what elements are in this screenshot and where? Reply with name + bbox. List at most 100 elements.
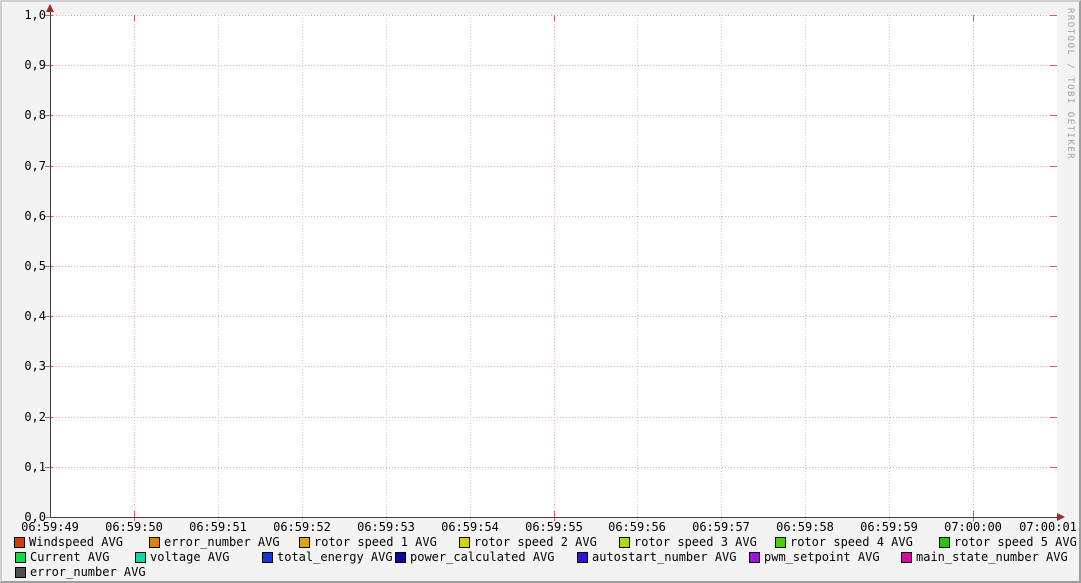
legend-swatch — [459, 537, 470, 548]
legend-swatch — [262, 552, 273, 563]
legend-label: rotor speed 1 AVG — [314, 536, 437, 548]
legend-item: error_number AVG — [149, 536, 280, 548]
grid-end-tick-right — [1050, 366, 1057, 367]
legend-swatch — [749, 552, 760, 563]
x-tick-label: 06:59:57 — [692, 521, 750, 533]
legend-item: pwm_setpoint AVG — [749, 551, 880, 563]
x-tick-label: 06:59:53 — [357, 521, 415, 533]
grid-end-tick-left — [45, 417, 53, 418]
y-tick-label: 0,7 — [16, 160, 46, 172]
legend-label: error_number AVG — [30, 566, 146, 578]
grid-end-tick-right — [1050, 316, 1057, 317]
gridline-v-major — [134, 15, 135, 517]
y-tick-label: 0,5 — [16, 260, 46, 272]
x-axis-arrow-icon — [1057, 513, 1065, 521]
gridline-v-minor — [889, 15, 890, 517]
legend-label: rotor speed 3 AVG — [634, 536, 757, 548]
legend-item: power_calculated AVG — [395, 551, 555, 563]
legend-swatch — [901, 552, 912, 563]
legend-item: rotor speed 2 AVG — [459, 536, 597, 548]
legend-item: rotor speed 5 AVG — [939, 536, 1077, 548]
grid-end-tick-left — [45, 166, 53, 167]
legend-swatch — [15, 567, 26, 578]
legend-swatch — [15, 552, 26, 563]
legend-label: voltage AVG — [150, 551, 229, 563]
legend-label: power_calculated AVG — [410, 551, 555, 563]
grid-end-tick-left — [45, 65, 53, 66]
legend-label: rotor speed 4 AVG — [790, 536, 913, 548]
y-tick-label: 0,6 — [16, 210, 46, 222]
grid-end-tick-left — [45, 266, 53, 267]
grid-end-tick-right — [1050, 266, 1057, 267]
grid-end-tick-left — [45, 316, 53, 317]
grid-end-tick-top — [554, 15, 555, 21]
legend-item: autostart_number AVG — [577, 551, 737, 563]
legend-swatch — [775, 537, 786, 548]
x-tick-label: 06:59:55 — [525, 521, 583, 533]
y-tick-label: 0,8 — [16, 109, 46, 121]
grid-end-tick-right — [1050, 417, 1057, 418]
grid-end-tick-top — [973, 15, 974, 21]
legend-label: total_energy AVG — [277, 551, 393, 563]
x-axis-line — [50, 517, 1059, 518]
x-tick-label: 06:59:59 — [860, 521, 918, 533]
legend-item: main_state_number AVG — [901, 551, 1068, 563]
x-tick-label: 06:59:51 — [189, 521, 247, 533]
legend-item: total_energy AVG — [262, 551, 393, 563]
grid-end-tick-right — [1050, 115, 1057, 116]
y-tick-label: 0,1 — [16, 461, 46, 473]
gridline-v-minor — [721, 15, 722, 517]
x-tick-label: 06:59:56 — [608, 521, 666, 533]
gridline-v-minor — [470, 15, 471, 517]
grid-end-tick-right — [1050, 15, 1057, 16]
legend-swatch — [135, 552, 146, 563]
legend-swatch — [939, 537, 950, 548]
legend-swatch — [299, 537, 310, 548]
x-tick-label: 07:00:01 — [1019, 521, 1077, 533]
legend-label: rotor speed 2 AVG — [474, 536, 597, 548]
grid-end-tick-right — [1050, 216, 1057, 217]
legend-label: Current AVG — [30, 551, 109, 563]
legend-item: rotor speed 3 AVG — [619, 536, 757, 548]
y-tick-label: 0,4 — [16, 310, 46, 322]
legend-swatch — [14, 537, 25, 548]
legend-item: Current AVG — [15, 551, 109, 563]
legend-swatch — [619, 537, 630, 548]
legend-label: main_state_number AVG — [916, 551, 1068, 563]
x-tick-label: 06:59:54 — [441, 521, 499, 533]
legend-item: Windspeed AVG — [14, 536, 123, 548]
x-tick-label: 06:59:49 — [21, 521, 79, 533]
grid-end-tick-left — [45, 115, 53, 116]
x-tick-label: 06:59:52 — [273, 521, 331, 533]
gridline-v-minor — [386, 15, 387, 517]
y-axis-line — [50, 10, 51, 518]
y-tick-label: 0,3 — [16, 360, 46, 372]
x-tick-label: 07:00:00 — [944, 521, 1002, 533]
gridline-v-major — [973, 15, 974, 517]
grid-end-tick-top — [134, 15, 135, 21]
grid-end-tick-left — [45, 15, 53, 16]
x-tick-label: 06:59:58 — [776, 521, 834, 533]
legend-label: rotor speed 5 AVG — [954, 536, 1077, 548]
gridline-v-minor — [637, 15, 638, 517]
y-tick-label: 1,0 — [16, 9, 46, 21]
legend-label: Windspeed AVG — [29, 536, 123, 548]
legend-label: error_number AVG — [164, 536, 280, 548]
grid-end-tick-left — [45, 467, 53, 468]
x-tick-label: 06:59:50 — [105, 521, 163, 533]
grid-end-tick-left — [45, 216, 53, 217]
y-tick-label: 0,2 — [16, 411, 46, 423]
rrdtool-graph: 1,00,90,80,70,60,50,40,30,20,10,0 06:59:… — [0, 0, 1081, 583]
gridline-v-minor — [805, 15, 806, 517]
legend-item: error_number AVG — [15, 566, 146, 578]
legend-swatch — [395, 552, 406, 563]
y-tick-label: 0,9 — [16, 59, 46, 71]
gridline-v-minor — [302, 15, 303, 517]
legend-label: autostart_number AVG — [592, 551, 737, 563]
gridline-v-minor — [218, 15, 219, 517]
legend-swatch — [149, 537, 160, 548]
legend-item: voltage AVG — [135, 551, 229, 563]
legend-item: rotor speed 1 AVG — [299, 536, 437, 548]
legend-item: rotor speed 4 AVG — [775, 536, 913, 548]
legend-swatch — [577, 552, 588, 563]
